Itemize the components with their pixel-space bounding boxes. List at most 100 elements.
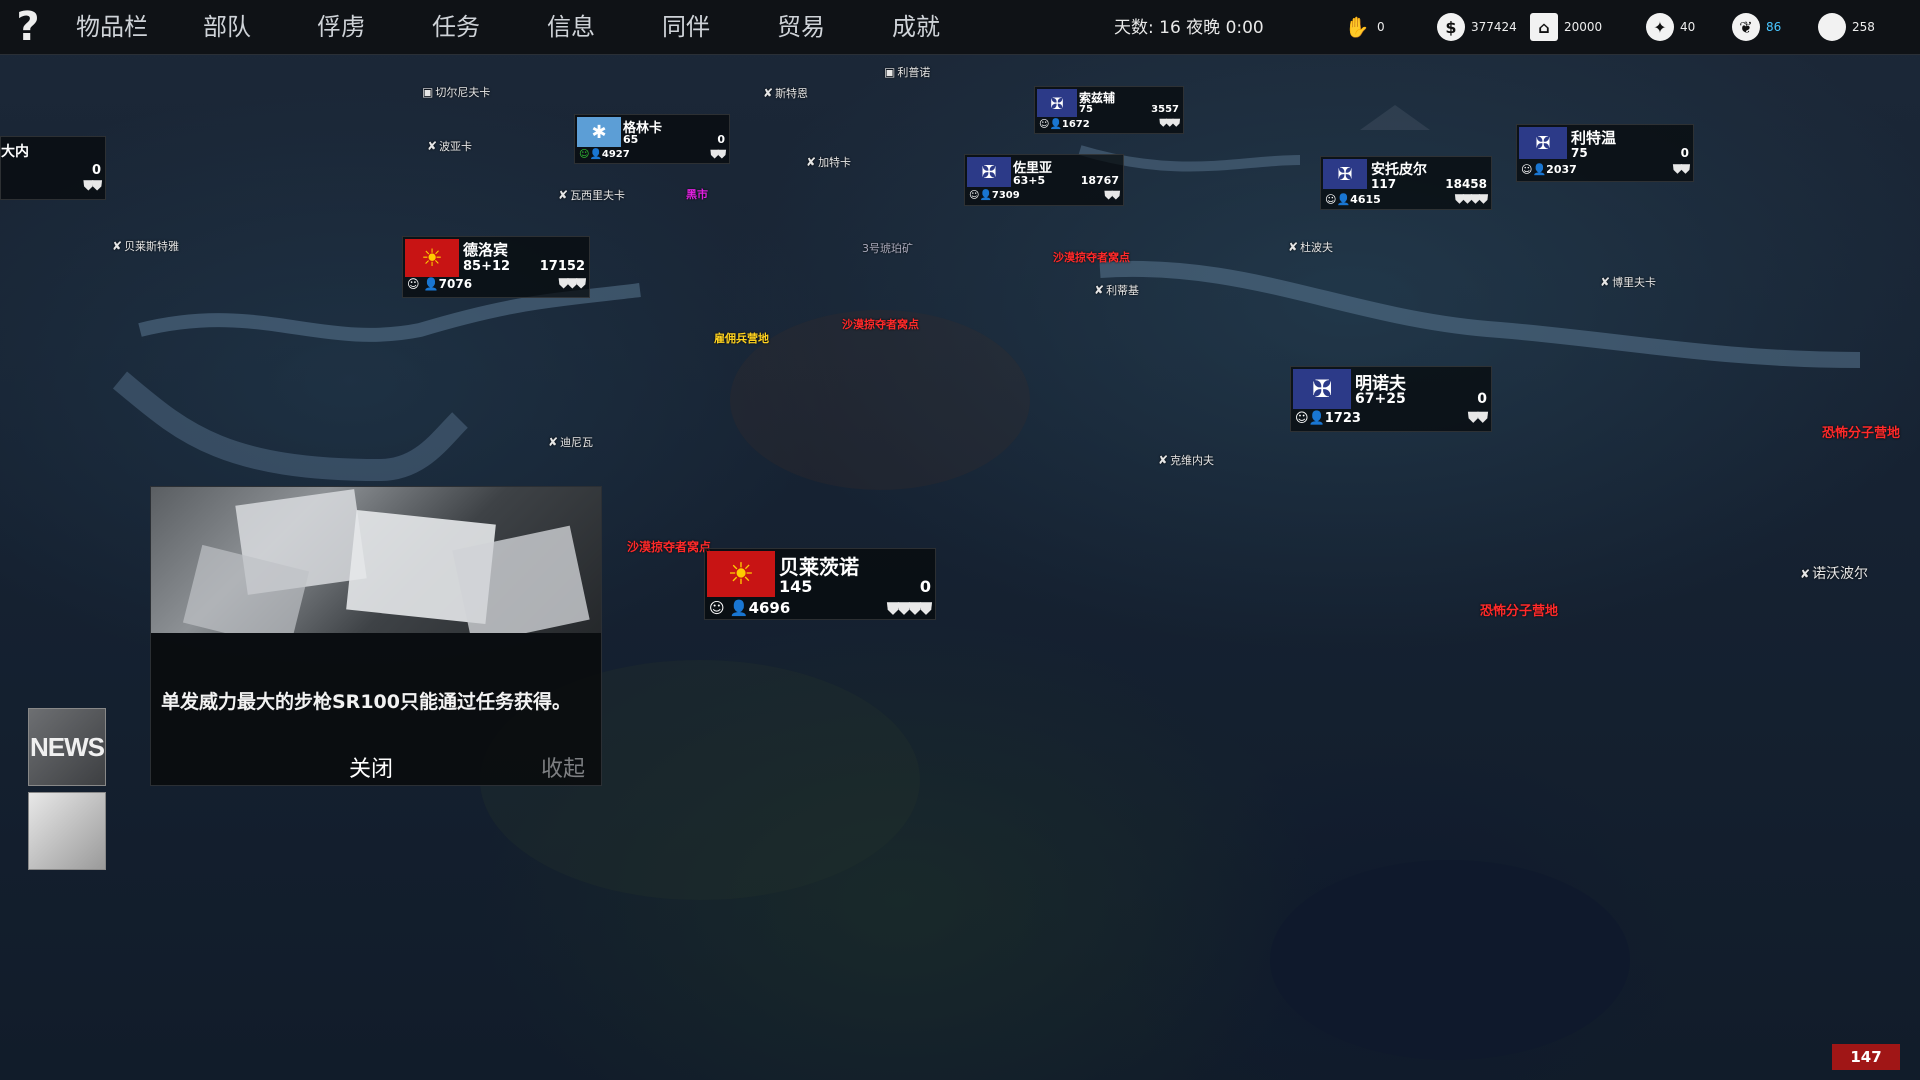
resource-food[interactable]: 258 xyxy=(1818,11,1875,43)
place-village[interactable]: ✘ 克维内夫 xyxy=(1158,452,1214,468)
menu-achievements[interactable]: 成就 xyxy=(892,0,940,54)
place-terrorist-camp[interactable]: 恐怖分子营地 xyxy=(1480,600,1558,619)
resource-money[interactable]: $ 377424 xyxy=(1437,11,1517,43)
wreath-icon: ❦ xyxy=(1732,13,1760,41)
place-mine[interactable]: 3号琥珀矿 xyxy=(862,240,913,256)
shield-icon: ⛊⛊ xyxy=(1468,410,1488,426)
village-icon: ✘ xyxy=(548,435,559,449)
resource-bank[interactable]: ⌂ 20000 xyxy=(1530,11,1602,43)
place-village[interactable]: ✘ 诺沃波尔 xyxy=(1800,563,1868,583)
menu-prisoners[interactable]: 俘虏 xyxy=(317,0,365,54)
resource-medals[interactable]: ✦ 40 xyxy=(1646,11,1695,43)
morale-icon: ☺ xyxy=(709,599,725,617)
place-village[interactable]: ✘ 瓦西里夫卡 xyxy=(558,187,625,203)
collapse-button[interactable]: 收起 xyxy=(541,751,585,783)
resource-bribe[interactable]: ✋ 0 xyxy=(1343,11,1385,43)
resource-honor[interactable]: ❦ 86 xyxy=(1732,11,1781,43)
flag-eagle-icon: ✠ xyxy=(1519,127,1567,159)
place-raider-den[interactable]: 沙漠掠夺者窝点 xyxy=(627,538,711,555)
resource-honor-value: 86 xyxy=(1766,20,1782,34)
village-icon: ✘ xyxy=(558,188,569,202)
menu-info[interactable]: 信息 xyxy=(547,0,595,54)
resource-bank-value: 20000 xyxy=(1564,20,1603,34)
troops-icon: 👤 xyxy=(729,599,749,617)
shield-icon: ⛊⛊ xyxy=(710,148,726,161)
morale-icon: ☺ xyxy=(969,190,980,201)
shield-icon: ⛊⛊⛊ xyxy=(558,277,586,292)
place-terrorist-camp[interactable]: 恐怖分子营地 xyxy=(1822,422,1900,441)
flag-sun-icon: ☀ xyxy=(707,551,775,597)
day-time-label: 天数: 16 夜晚 0:00 xyxy=(1114,18,1264,38)
news-document-thumbnail[interactable] xyxy=(28,792,106,870)
army-panel[interactable]: ☀ 德洛宾 85+12 17152 ☺ 👤7076 ⛊⛊⛊ xyxy=(402,236,590,298)
troops-icon: 👤 xyxy=(1308,411,1325,426)
morale-icon: ☺ xyxy=(407,277,420,291)
troops-icon: 👤 xyxy=(979,190,992,201)
place-village[interactable]: ✘ 贝莱斯特雅 xyxy=(112,238,179,254)
resource-bribe-value: 0 xyxy=(1377,20,1385,34)
village-icon: ✘ xyxy=(112,239,123,253)
army-panel[interactable]: 大内 0 ⛊⛊ xyxy=(0,136,106,200)
place-raider-den[interactable]: 沙漠掠夺者窝点 xyxy=(1053,249,1130,265)
menu-inventory[interactable]: 物品栏 xyxy=(76,0,148,54)
news-text: 单发威力最大的步枪SR100只能通过任务获得。 xyxy=(161,691,571,713)
army-panel-player[interactable]: ☀ 贝莱茨诺 145 0 ☺ 👤4696 ⛊⛊⛊⛊ xyxy=(704,548,936,620)
coin-icon: $ xyxy=(1437,13,1465,41)
place-black-market[interactable]: 黑市 xyxy=(686,186,708,202)
village-icon: ✘ xyxy=(763,86,774,100)
place-town[interactable]: ▣ 切尔尼夫卡 xyxy=(422,84,490,100)
flag-eagle-icon: ✠ xyxy=(1323,159,1367,189)
resource-money-value: 377424 xyxy=(1471,20,1517,34)
shield-icon: ⛊⛊ xyxy=(1672,162,1690,176)
troops-icon: 👤 xyxy=(1336,193,1351,206)
menu-companions[interactable]: 同伴 xyxy=(662,0,710,54)
army-panel[interactable]: ✠ 利特温 75 0 ☺👤2037 ⛊⛊ xyxy=(1516,124,1694,182)
village-icon: ✘ xyxy=(427,139,438,153)
shield-icon: ⛊⛊ xyxy=(83,179,101,194)
troops-icon: 👤 xyxy=(589,149,602,160)
shield-icon: ⛊⛊⛊ xyxy=(1159,118,1180,129)
army-panel[interactable]: ✠ 索兹辅 75 3557 ☺👤1672 ⛊⛊⛊ xyxy=(1034,86,1184,134)
place-town[interactable]: ▣ 利普诺 xyxy=(884,64,930,80)
morale-icon: ☺ xyxy=(1039,119,1050,130)
news-image xyxy=(151,487,601,633)
place-village[interactable]: ✘ 迪尼瓦 xyxy=(548,434,593,450)
town-icon: ▣ xyxy=(884,65,896,79)
shield-icon: ⛊⛊ xyxy=(1104,189,1120,202)
place-village[interactable]: ✘ 波亚卡 xyxy=(427,138,472,154)
hand-money-icon: ✋ xyxy=(1344,15,1370,39)
shield-icon: ⛊⛊⛊⛊ xyxy=(886,599,932,618)
flag-eagle-icon: ✱ xyxy=(577,117,621,147)
place-village[interactable]: ✘ 杜波夫 xyxy=(1288,239,1333,255)
top-bar: ? 物品栏 部队 俘虏 任务 信息 同伴 贸易 成就 天数: 16 夜晚 0:0… xyxy=(0,0,1920,55)
place-village[interactable]: ✘ 博里夫卡 xyxy=(1600,274,1656,290)
menu-troops[interactable]: 部队 xyxy=(203,0,251,54)
army-panel[interactable]: ✠ 佐里亚 63+5 18767 ☺👤7309 ⛊⛊ xyxy=(964,154,1124,206)
morale-icon: ☺ xyxy=(579,149,590,160)
news-thumbnail[interactable]: NEWS xyxy=(28,708,106,786)
army-panel[interactable]: ✠ 安托皮尔 117 18458 ☺👤4615 ⛊⛊⛊⛊ xyxy=(1320,156,1492,210)
place-village[interactable]: ✘ 加特卡 xyxy=(806,154,851,170)
place-village[interactable]: ✘ 利蒂基 xyxy=(1094,282,1139,298)
medal-icon: ✦ xyxy=(1646,13,1674,41)
menu-trade[interactable]: 贸易 xyxy=(777,0,825,54)
help-icon[interactable]: ? xyxy=(10,4,46,50)
close-button[interactable]: 关闭 xyxy=(349,751,393,783)
place-mercenary-camp[interactable]: 雇佣兵营地 xyxy=(714,330,769,346)
morale-icon: ☺ xyxy=(1325,193,1337,206)
resource-food-value: 258 xyxy=(1852,20,1875,34)
village-icon: ✘ xyxy=(1288,240,1299,254)
army-panel[interactable]: ✠ 明诺夫 67+25 0 ☺👤1723 ⛊⛊ xyxy=(1290,366,1492,432)
resource-medals-value: 40 xyxy=(1680,20,1696,34)
flag-sun-icon: ☀ xyxy=(405,239,459,277)
menu-quests[interactable]: 任务 xyxy=(432,0,480,54)
place-village[interactable]: ✘ 斯特恩 xyxy=(763,85,808,101)
place-raider-den[interactable]: 沙漠掠夺者窝点 xyxy=(842,316,919,332)
shield-icon: ⛊⛊⛊⛊ xyxy=(1454,192,1488,206)
village-icon: ✘ xyxy=(1800,567,1811,581)
army-panel[interactable]: ✱ 格林卡 65 0 ☺👤4927 ⛊⛊ xyxy=(574,114,730,164)
troops-icon: 👤 xyxy=(423,277,439,291)
bank-icon: ⌂ xyxy=(1530,13,1558,41)
flag-eagle-icon: ✠ xyxy=(1037,89,1077,117)
morale-icon: ☺ xyxy=(1295,411,1309,426)
